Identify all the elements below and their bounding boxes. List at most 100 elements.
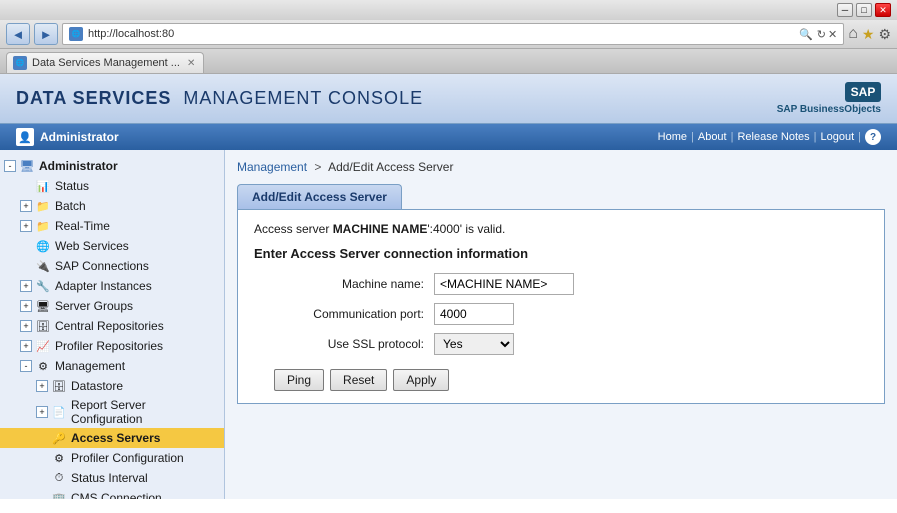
- machine-name-highlight: MACHINE NAME: [333, 222, 428, 236]
- address-text: http://localhost:80: [88, 28, 799, 40]
- logout-link[interactable]: Logout: [820, 131, 854, 143]
- reset-button[interactable]: Reset: [330, 369, 387, 391]
- web-services-icon: 🌐: [35, 238, 51, 254]
- comm-port-input[interactable]: [434, 303, 514, 325]
- profiler-repo-icon: 📈: [35, 338, 51, 354]
- refresh-button[interactable]: ↻: [817, 28, 826, 41]
- sidebar-item-label: Real-Time: [55, 219, 110, 233]
- maximize-button[interactable]: □: [856, 3, 872, 17]
- main-layout: - 🖥 Administrator 📊 Status + 📁 Batch + 📁: [0, 150, 897, 499]
- expand-icon[interactable]: +: [20, 300, 32, 312]
- ssl-label: Use SSL protocol:: [274, 337, 434, 351]
- minimize-button[interactable]: ─: [837, 3, 853, 17]
- tab-favicon: 🌐: [13, 56, 27, 70]
- settings-button[interactable]: ⚙: [878, 26, 891, 43]
- expand-icon[interactable]: -: [4, 160, 16, 172]
- server-groups-icon: 🖥: [35, 298, 51, 314]
- breadcrumb-management-link[interactable]: Management: [237, 160, 307, 174]
- home-link[interactable]: Home: [658, 131, 687, 143]
- ssl-select[interactable]: Yes No: [434, 333, 514, 355]
- address-bar-container: 🌐 http://localhost:80 🔍 ↻ ✕: [62, 23, 844, 45]
- expand-icon[interactable]: -: [20, 360, 32, 372]
- nav-user: 👤 Administrator: [16, 128, 119, 146]
- sidebar-item-cms-connection[interactable]: 🏢 CMS Connection: [0, 488, 224, 499]
- sidebar-item-report-server[interactable]: + 📄 Report Server Configuration: [0, 396, 224, 428]
- search-icon[interactable]: 🔍: [799, 28, 813, 41]
- app-header: DATA SERVICES MANAGEMENT CONSOLE SAP SAP…: [0, 74, 897, 124]
- home-button[interactable]: ⌂: [848, 25, 858, 43]
- breadcrumb-separator: >: [314, 160, 321, 174]
- sidebar-item-label: Adapter Instances: [55, 279, 152, 293]
- sidebar-item-batch[interactable]: + 📁 Batch: [0, 196, 224, 216]
- expand-icon[interactable]: +: [36, 380, 48, 392]
- about-link[interactable]: About: [698, 131, 727, 143]
- central-repo-icon: 🗄: [35, 318, 51, 334]
- sidebar-item-label: Batch: [55, 199, 86, 213]
- status-icon: 📊: [35, 178, 51, 194]
- tab-title: Data Services Management ...: [32, 57, 180, 69]
- ssl-row: Use SSL protocol: Yes No: [274, 333, 868, 355]
- management-icon: ⚙: [35, 358, 51, 374]
- sidebar-item-server-groups[interactable]: + 🖥 Server Groups: [0, 296, 224, 316]
- sidebar: - 🖥 Administrator 📊 Status + 📁 Batch + 📁: [0, 150, 225, 499]
- machine-name-input[interactable]: [434, 273, 574, 295]
- sidebar-item-sap-connections[interactable]: 🔌 SAP Connections: [0, 256, 224, 276]
- browser-titlebar: ─ □ ✕: [0, 0, 897, 20]
- app-title-part1: DATA SERVICES: [16, 88, 171, 108]
- sidebar-item-management[interactable]: - ⚙ Management: [0, 356, 224, 376]
- sep4: |: [858, 131, 861, 143]
- content-area: Management > Add/Edit Access Server Add/…: [225, 150, 897, 499]
- sidebar-item-profiler-repositories[interactable]: + 📈 Profiler Repositories: [0, 336, 224, 356]
- sidebar-item-realtime[interactable]: + 📁 Real-Time: [0, 216, 224, 236]
- app-container: DATA SERVICES MANAGEMENT CONSOLE SAP SAP…: [0, 74, 897, 499]
- sidebar-item-central-repositories[interactable]: + 🗄 Central Repositories: [0, 316, 224, 336]
- sidebar-item-label: Profiler Repositories: [55, 339, 163, 353]
- sidebar-item-label: Status: [55, 179, 89, 193]
- form-table: Machine name: Communication port: Use SS…: [274, 273, 868, 355]
- expand-icon[interactable]: +: [36, 406, 48, 418]
- expand-icon[interactable]: +: [20, 340, 32, 352]
- sidebar-item-profiler-config[interactable]: ⚙ Profiler Configuration: [0, 448, 224, 468]
- sidebar-item-label: Access Servers: [71, 431, 160, 445]
- expand-icon[interactable]: +: [20, 220, 32, 232]
- sidebar-item-label: Datastore: [71, 379, 123, 393]
- sidebar-item-administrator[interactable]: - 🖥 Administrator: [0, 156, 224, 176]
- sap-brand-text: SAP BusinessObjects: [777, 104, 881, 115]
- realtime-icon: 📁: [35, 218, 51, 234]
- sidebar-item-web-services[interactable]: 🌐 Web Services: [0, 236, 224, 256]
- expand-icon[interactable]: +: [20, 320, 32, 332]
- help-button[interactable]: ?: [865, 129, 881, 145]
- expand-icon[interactable]: +: [20, 280, 32, 292]
- release-notes-link[interactable]: Release Notes: [737, 131, 809, 143]
- access-server-message: Access server MACHINE NAME':4000' is val…: [254, 222, 868, 236]
- sidebar-item-adapter-instances[interactable]: + 🔧 Adapter Instances: [0, 276, 224, 296]
- sidebar-item-access-servers[interactable]: 🔑 Access Servers: [0, 428, 224, 448]
- access-servers-icon: 🔑: [51, 430, 67, 446]
- sidebar-item-status-interval[interactable]: ⏱ Status Interval: [0, 468, 224, 488]
- close-button[interactable]: ✕: [875, 3, 891, 17]
- sep3: |: [814, 131, 817, 143]
- computer-icon: 🖥: [19, 158, 35, 174]
- sidebar-item-status[interactable]: 📊 Status: [0, 176, 224, 196]
- forward-button[interactable]: ►: [34, 23, 58, 45]
- apply-button[interactable]: Apply: [393, 369, 449, 391]
- favorites-button[interactable]: ★: [862, 26, 875, 43]
- tab-close-icon[interactable]: ✕: [187, 58, 195, 69]
- status-interval-icon: ⏱: [51, 470, 67, 486]
- ping-button[interactable]: Ping: [274, 369, 324, 391]
- expand-icon[interactable]: +: [20, 200, 32, 212]
- back-button[interactable]: ◄: [6, 23, 30, 45]
- sidebar-item-label: Status Interval: [71, 471, 148, 485]
- content-tab-add-edit[interactable]: Add/Edit Access Server: [237, 184, 402, 209]
- adapter-icon: 🔧: [35, 278, 51, 294]
- profiler-config-icon: ⚙: [51, 450, 67, 466]
- sidebar-item-datastore[interactable]: + 🗄 Datastore: [0, 376, 224, 396]
- stop-button[interactable]: ✕: [828, 28, 837, 41]
- sap-brand-icon: SAP: [845, 82, 881, 102]
- cms-icon: 🏢: [51, 490, 67, 499]
- app-title: DATA SERVICES MANAGEMENT CONSOLE: [16, 88, 423, 109]
- breadcrumb-current: Add/Edit Access Server: [328, 160, 453, 174]
- comm-port-label: Communication port:: [274, 307, 434, 321]
- browser-tab[interactable]: 🌐 Data Services Management ... ✕: [6, 52, 204, 73]
- machine-name-label: Machine name:: [274, 277, 434, 291]
